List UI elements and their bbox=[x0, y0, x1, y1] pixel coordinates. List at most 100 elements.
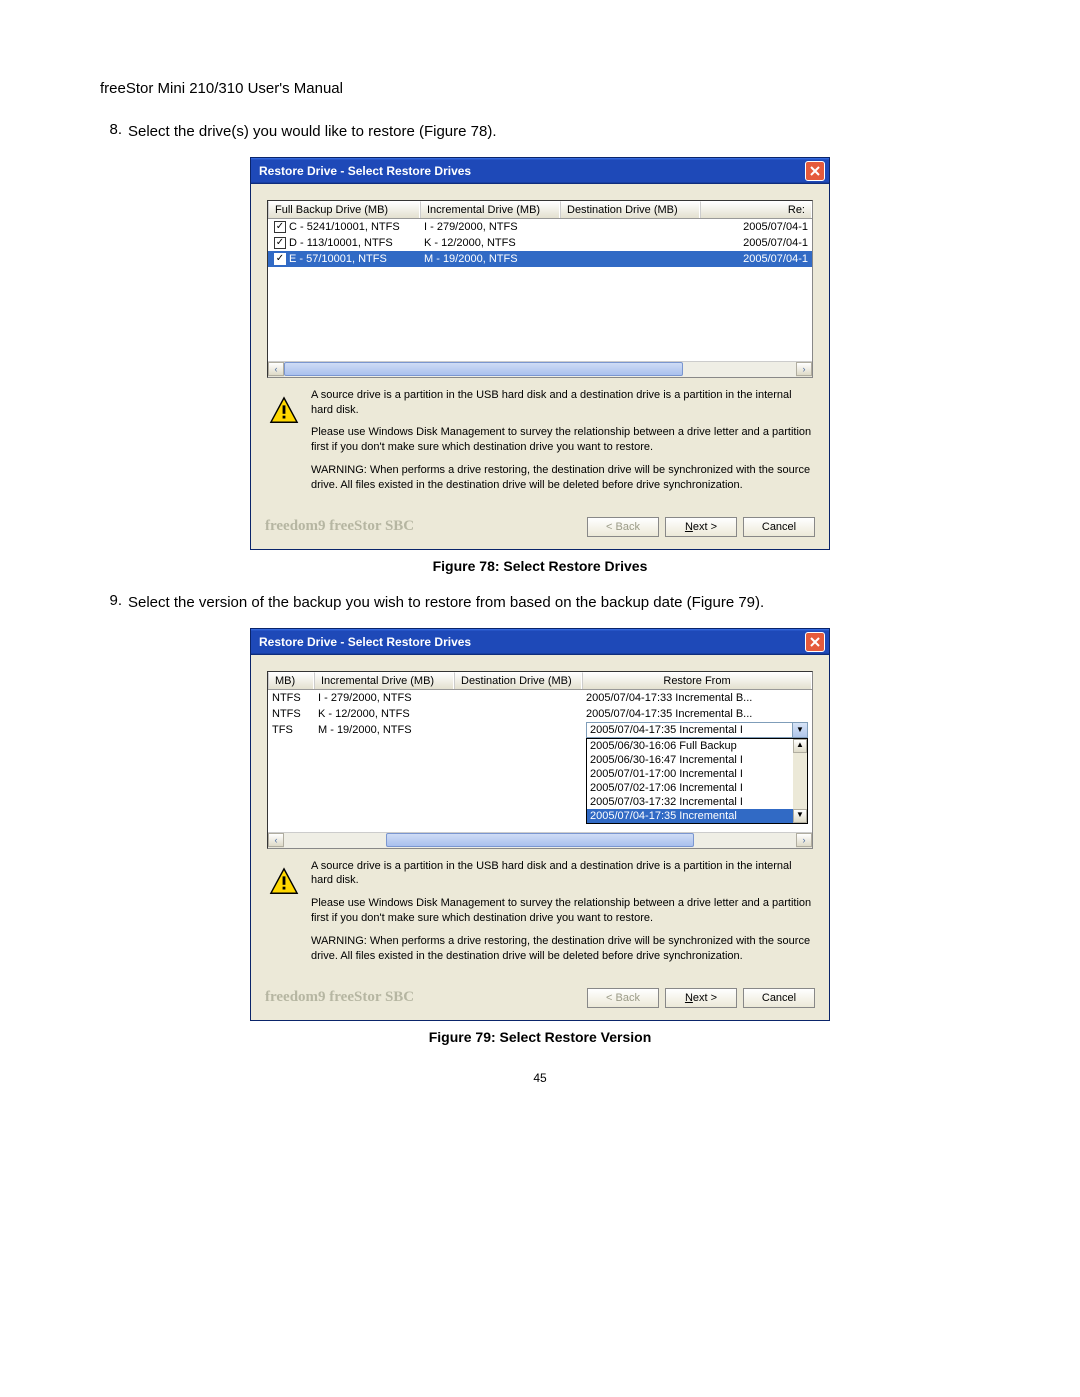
cell-restore-from: 2005/07/04-17:35 Incremental I▼2005/06/3… bbox=[582, 722, 812, 738]
scroll-thumb[interactable] bbox=[284, 362, 683, 376]
cell-full-backup: C - 5241/10001, NTFS bbox=[289, 221, 400, 233]
info-section: A source drive is a partition in the USB… bbox=[267, 859, 813, 972]
scroll-track[interactable] bbox=[284, 833, 796, 848]
document-header: freeStor Mini 210/310 User's Manual bbox=[100, 80, 980, 97]
list-rows: C - 5241/10001, NTFS I - 279/2000, NTFS 20… bbox=[268, 219, 812, 361]
close-icon bbox=[810, 166, 820, 176]
dialog-footer: freedom9 freeStor SBC < Back Next > Canc… bbox=[251, 507, 829, 549]
titlebar[interactable]: Restore Drive - Select Restore Drives bbox=[251, 629, 829, 655]
col-mb[interactable]: MB) bbox=[268, 672, 314, 689]
cell-incremental: M - 19/2000, NTFS bbox=[314, 724, 454, 736]
col-incremental[interactable]: Incremental Drive (MB) bbox=[420, 201, 560, 218]
table-row[interactable]: NTFSI - 279/2000, NTFS 2005/07/04-17:33 I… bbox=[268, 690, 812, 706]
horizontal-scrollbar[interactable]: ‹ › bbox=[268, 832, 812, 848]
dialog-select-restore-version: Restore Drive - Select Restore Drives MB… bbox=[250, 628, 830, 1021]
dropdown-selected: 2005/07/04-17:35 Incremental I bbox=[590, 724, 792, 736]
scroll-right-button[interactable]: › bbox=[796, 833, 812, 847]
drive-checkbox[interactable] bbox=[274, 237, 286, 249]
cell-incremental: M - 19/2000, NTFS bbox=[420, 253, 560, 265]
info-text: A source drive is a partition in the USB… bbox=[311, 859, 813, 972]
info-paragraph-3: WARNING: When performs a drive restoring… bbox=[311, 934, 813, 964]
titlebar[interactable]: Restore Drive - Select Restore Drives bbox=[251, 158, 829, 184]
dropdown-option[interactable]: 2005/07/03-17:32 Incremental I bbox=[587, 795, 807, 809]
table-row[interactable]: E - 57/10001, NTFS M - 19/2000, NTFS 2005/… bbox=[268, 251, 812, 267]
back-button[interactable]: < Back bbox=[587, 517, 659, 537]
col-destination[interactable]: Destination Drive (MB) bbox=[560, 201, 700, 218]
close-button[interactable] bbox=[805, 161, 825, 181]
dropdown-option[interactable]: 2005/06/30-16:06 Full Backup bbox=[587, 739, 807, 753]
figure-78-caption: Figure 78: Select Restore Drives bbox=[100, 558, 980, 574]
info-paragraph-2: Please use Windows Disk Management to su… bbox=[311, 425, 813, 455]
col-re[interactable]: Re: bbox=[700, 201, 812, 218]
dropdown-list[interactable]: 2005/06/30-16:06 Full Backup2005/06/30-1… bbox=[586, 738, 808, 824]
table-row[interactable]: NTFSK - 12/2000, NTFS 2005/07/04-17:35 In… bbox=[268, 706, 812, 722]
window-title: Restore Drive - Select Restore Drives bbox=[259, 164, 805, 178]
cell-full-backup: E - 57/10001, NTFS bbox=[289, 253, 387, 265]
close-button[interactable] bbox=[805, 632, 825, 652]
step-9: 9. Select the version of the backup you … bbox=[100, 592, 980, 614]
dropdown-option[interactable]: 2005/06/30-16:47 Incremental I bbox=[587, 753, 807, 767]
cell-mb: NTFS bbox=[268, 708, 314, 720]
scroll-track[interactable] bbox=[284, 362, 796, 377]
cell-restore-from: 2005/07/04-17:35 Incremental B... bbox=[582, 708, 812, 720]
dialog-footer: freedom9 freeStor SBC < Back Next > Canc… bbox=[251, 978, 829, 1020]
drive-checkbox[interactable] bbox=[274, 253, 286, 265]
cell-re: 2005/07/04-1 bbox=[700, 221, 812, 233]
step-text: Select the drive(s) you would like to re… bbox=[128, 121, 980, 143]
table-row[interactable]: C - 5241/10001, NTFS I - 279/2000, NTFS 20… bbox=[268, 219, 812, 235]
back-button[interactable]: < Back bbox=[587, 988, 659, 1008]
col-incremental[interactable]: Incremental Drive (MB) bbox=[314, 672, 454, 689]
list-rows: NTFSI - 279/2000, NTFS 2005/07/04-17:33 I… bbox=[268, 690, 812, 832]
cancel-button[interactable]: Cancel bbox=[743, 517, 815, 537]
window-title: Restore Drive - Select Restore Drives bbox=[259, 635, 805, 649]
cell-incremental: K - 12/2000, NTFS bbox=[314, 708, 454, 720]
col-full-backup[interactable]: Full Backup Drive (MB) bbox=[268, 201, 420, 218]
version-listview[interactable]: MB) Incremental Drive (MB) Destination D… bbox=[267, 671, 813, 849]
horizontal-scrollbar[interactable]: ‹ › bbox=[268, 361, 812, 377]
table-row[interactable]: TFSM - 19/2000, NTFS 2005/07/04-17:35 Inc… bbox=[268, 722, 812, 738]
next-button[interactable]: Next > bbox=[665, 517, 737, 537]
cell-incremental: I - 279/2000, NTFS bbox=[314, 692, 454, 704]
drive-listview[interactable]: Full Backup Drive (MB) Incremental Drive… bbox=[267, 200, 813, 378]
dropdown-scrollbar[interactable]: ▲▼ bbox=[793, 739, 807, 823]
cell-full-backup: D - 113/10001, NTFS bbox=[289, 237, 393, 249]
cell-mb: NTFS bbox=[268, 692, 314, 704]
dialog-select-restore-drives: Restore Drive - Select Restore Drives Fu… bbox=[250, 157, 830, 550]
info-text: A source drive is a partition in the USB… bbox=[311, 388, 813, 501]
drive-checkbox[interactable] bbox=[274, 221, 286, 233]
cell-re: 2005/07/04-1 bbox=[700, 237, 812, 249]
page-number: 45 bbox=[100, 1071, 980, 1085]
col-destination[interactable]: Destination Drive (MB) bbox=[454, 672, 582, 689]
cell-restore-from: 2005/07/04-17:33 Incremental B... bbox=[582, 692, 812, 704]
table-row[interactable]: D - 113/10001, NTFS K - 12/2000, NTFS 2005… bbox=[268, 235, 812, 251]
dropdown-option[interactable]: 2005/07/04-17:35 Incremental bbox=[587, 809, 807, 823]
cell-incremental: I - 279/2000, NTFS bbox=[420, 221, 560, 233]
list-header[interactable]: Full Backup Drive (MB) Incremental Drive… bbox=[268, 201, 812, 219]
cell-re: 2005/07/04-1 bbox=[700, 253, 812, 265]
scroll-left-button[interactable]: ‹ bbox=[268, 833, 284, 847]
list-header[interactable]: MB) Incremental Drive (MB) Destination D… bbox=[268, 672, 812, 690]
step-number: 9. bbox=[100, 592, 128, 614]
step-8: 8. Select the drive(s) you would like to… bbox=[100, 121, 980, 143]
cancel-button[interactable]: Cancel bbox=[743, 988, 815, 1008]
figure-79-caption: Figure 79: Select Restore Version bbox=[100, 1029, 980, 1045]
info-paragraph-1: A source drive is a partition in the USB… bbox=[311, 859, 813, 889]
cell-mb: TFS bbox=[268, 724, 314, 736]
dropdown-option[interactable]: 2005/07/01-17:00 Incremental I bbox=[587, 767, 807, 781]
cell-incremental: K - 12/2000, NTFS bbox=[420, 237, 560, 249]
info-paragraph-3: WARNING: When performs a drive restoring… bbox=[311, 463, 813, 493]
info-paragraph-1: A source drive is a partition in the USB… bbox=[311, 388, 813, 418]
dropdown-option[interactable]: 2005/07/02-17:06 Incremental I bbox=[587, 781, 807, 795]
info-paragraph-2: Please use Windows Disk Management to su… bbox=[311, 896, 813, 926]
figure-78: Restore Drive - Select Restore Drives Fu… bbox=[100, 157, 980, 550]
dropdown-arrow-icon[interactable]: ▼ bbox=[792, 723, 807, 737]
warning-icon bbox=[267, 394, 301, 428]
col-restore-from[interactable]: Restore From bbox=[582, 672, 812, 689]
next-button[interactable]: Next > bbox=[665, 988, 737, 1008]
scroll-right-button[interactable]: › bbox=[796, 362, 812, 376]
restore-from-dropdown[interactable]: 2005/07/04-17:35 Incremental I▼2005/06/3… bbox=[586, 722, 808, 738]
scroll-left-button[interactable]: ‹ bbox=[268, 362, 284, 376]
warning-icon bbox=[267, 865, 301, 899]
scroll-thumb[interactable] bbox=[386, 833, 693, 847]
step-text: Select the version of the backup you wis… bbox=[128, 592, 980, 614]
